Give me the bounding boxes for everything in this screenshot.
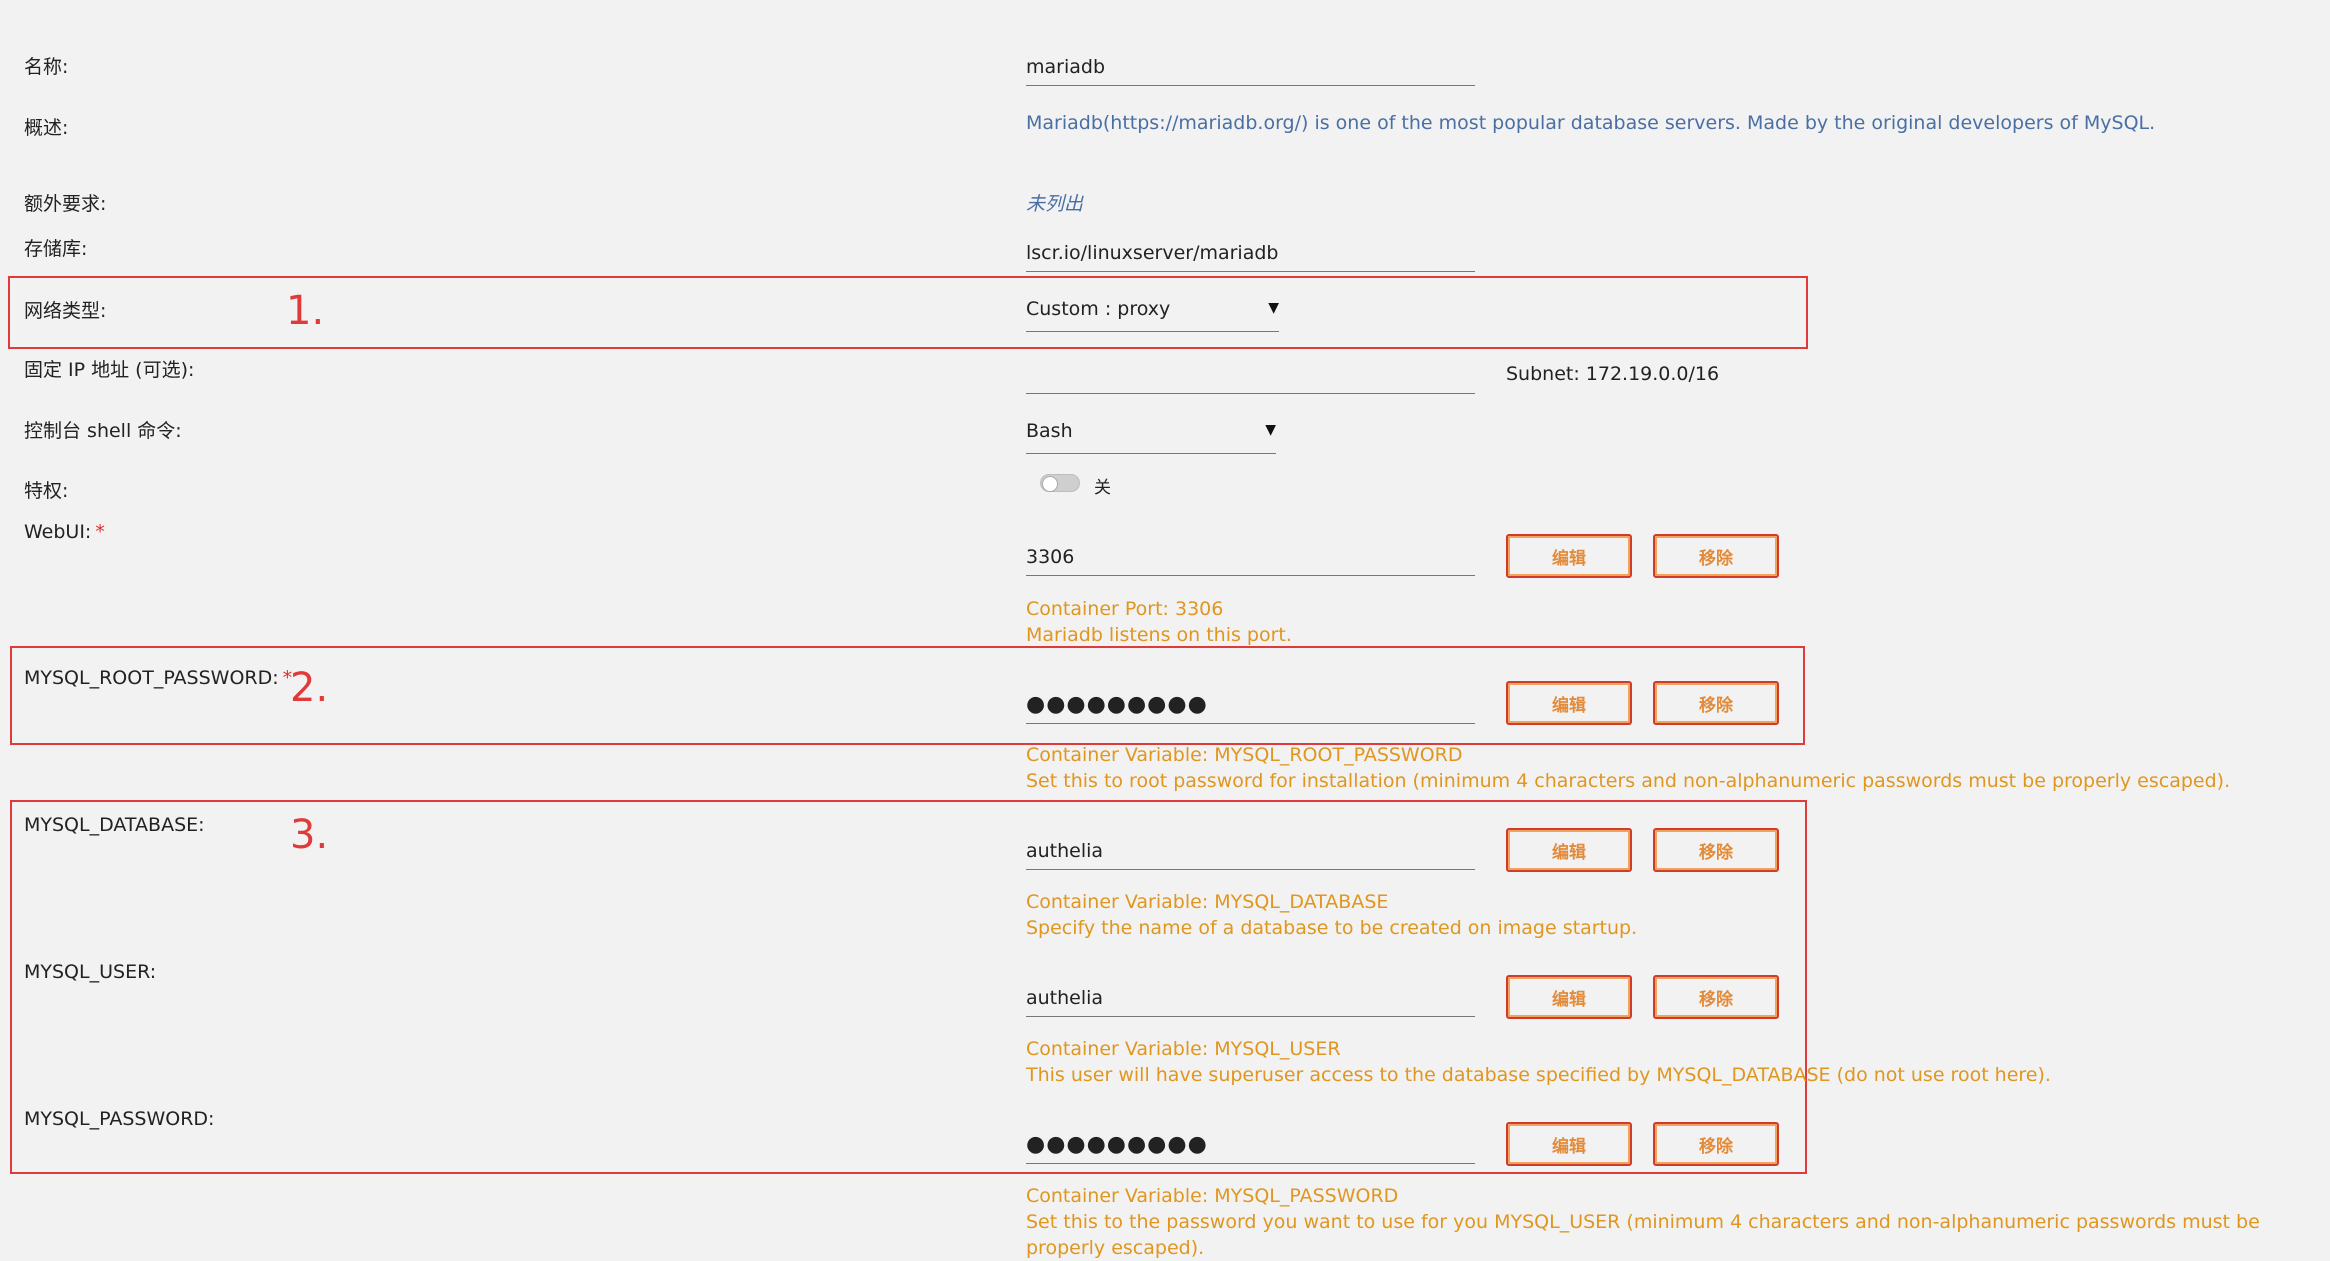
mysql-database-remove-button[interactable]: 移除	[1653, 828, 1779, 872]
mysql-user-input[interactable]	[1026, 983, 1475, 1017]
overview-label: 概述:	[24, 117, 69, 139]
privileged-label: 特权:	[24, 480, 69, 502]
console-shell-select[interactable]: Bash ▼	[1026, 420, 1276, 454]
repository-input[interactable]	[1026, 238, 1475, 272]
annotation-number-2: 2.	[290, 665, 329, 711]
mysql-root-password-input[interactable]	[1026, 690, 1475, 724]
mysql-root-password-hint-1: Container Variable: MYSQL_ROOT_PASSWORD	[1026, 744, 1463, 766]
webui-remove-button[interactable]: 移除	[1653, 534, 1779, 578]
mysql-user-remove-button[interactable]: 移除	[1653, 975, 1779, 1019]
mysql-database-hint-2: Specify the name of a database to be cre…	[1026, 917, 1638, 939]
required-marker: *	[95, 521, 105, 543]
mysql-database-label: MYSQL_DATABASE:	[24, 814, 205, 836]
extra-requirements-label: 额外要求:	[24, 193, 107, 215]
name-input[interactable]	[1026, 52, 1475, 86]
mysql-root-password-label-text: MYSQL_ROOT_PASSWORD:	[24, 667, 279, 689]
name-label: 名称:	[24, 56, 69, 78]
subnet-text: Subnet: 172.19.0.0/16	[1506, 363, 1720, 385]
webui-input[interactable]	[1026, 542, 1475, 576]
mysql-user-hint-2: This user will have superuser access to …	[1026, 1064, 2051, 1086]
mysql-password-remove-button[interactable]: 移除	[1653, 1122, 1779, 1166]
mysql-password-hint-1: Container Variable: MYSQL_PASSWORD	[1026, 1185, 1399, 1207]
webui-edit-button[interactable]: 编辑	[1506, 534, 1632, 578]
extra-requirements-value: 未列出	[1026, 193, 1084, 215]
annotation-number-1: 1.	[286, 288, 325, 334]
dropdown-arrow-icon: ▼	[1265, 422, 1276, 438]
console-shell-value: Bash	[1026, 420, 1073, 442]
webui-hint-2: Mariadb listens on this port.	[1026, 624, 1292, 646]
console-shell-label: 控制台 shell 命令:	[24, 420, 182, 442]
dropdown-arrow-icon: ▼	[1268, 300, 1279, 316]
privileged-state: 关	[1094, 478, 1111, 498]
fixed-ip-input[interactable]	[1026, 360, 1475, 394]
webui-label-text: WebUI:	[24, 521, 92, 543]
annotation-box-1	[8, 276, 1808, 349]
mysql-password-input[interactable]	[1026, 1130, 1475, 1164]
mysql-root-password-hint-2: Set this to root password for installati…	[1026, 770, 2231, 792]
mysql-database-input[interactable]	[1026, 836, 1475, 870]
annotation-number-3: 3.	[290, 812, 329, 858]
mysql-database-edit-button[interactable]: 编辑	[1506, 828, 1632, 872]
toggle-knob	[1042, 476, 1058, 492]
privileged-toggle[interactable]	[1040, 474, 1080, 492]
mysql-root-password-label: MYSQL_ROOT_PASSWORD: *	[24, 667, 292, 689]
mysql-user-hint-1: Container Variable: MYSQL_USER	[1026, 1038, 1341, 1060]
mysql-database-hint-1: Container Variable: MYSQL_DATABASE	[1026, 891, 1389, 913]
repository-label: 存储库:	[24, 238, 88, 260]
required-marker: *	[282, 667, 293, 689]
mysql-user-label: MYSQL_USER:	[24, 961, 157, 983]
network-type-select[interactable]: Custom : proxy ▼	[1026, 298, 1279, 332]
mysql-root-password-remove-button[interactable]: 移除	[1653, 681, 1779, 725]
overview-text: Mariadb(https://mariadb.org/) is one of …	[1026, 112, 2156, 134]
network-type-label: 网络类型:	[24, 300, 107, 322]
mysql-password-label: MYSQL_PASSWORD:	[24, 1108, 215, 1130]
network-type-value: Custom : proxy	[1026, 298, 1171, 320]
fixed-ip-label: 固定 IP 地址 (可选):	[24, 359, 195, 381]
mysql-password-edit-button[interactable]: 编辑	[1506, 1122, 1632, 1166]
webui-hint-1: Container Port: 3306	[1026, 598, 1224, 620]
mysql-password-hint-2: Set this to the password you want to use…	[1026, 1211, 2260, 1259]
mysql-user-edit-button[interactable]: 编辑	[1506, 975, 1632, 1019]
mysql-root-password-edit-button[interactable]: 编辑	[1506, 681, 1632, 725]
webui-label: WebUI: *	[24, 521, 105, 543]
